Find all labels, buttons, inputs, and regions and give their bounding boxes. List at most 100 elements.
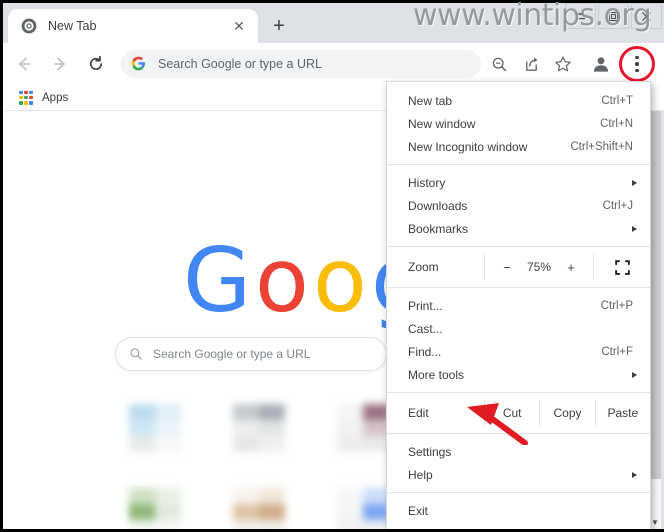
three-dot-menu-icon[interactable] [619, 46, 655, 82]
chrome-main-menu: New tab Ctrl+T New window Ctrl+N New Inc… [386, 81, 651, 529]
menu-item-paste[interactable]: Paste [596, 399, 650, 427]
menu-item-label: New Incognito window [408, 139, 528, 154]
menu-separator [387, 392, 650, 393]
apps-grid-icon [19, 90, 33, 105]
edit-label: Edit [387, 399, 485, 427]
menu-separator [387, 246, 650, 247]
menu-row-edit: Edit Cut Copy Paste [387, 399, 650, 427]
menu-item-label: History [408, 175, 446, 190]
menu-item-accelerator: Ctrl+F [601, 345, 633, 358]
menu-item-find[interactable]: Find... Ctrl+F [387, 340, 650, 363]
menu-item-label: More tools [408, 367, 465, 382]
share-icon[interactable] [517, 50, 545, 78]
search-icon [129, 347, 143, 361]
new-tab-button[interactable]: + [265, 12, 293, 40]
zoom-out-magnifier-icon[interactable] [485, 50, 513, 78]
shortcut-tile-thumbnail [233, 488, 285, 529]
tile-pixel [233, 420, 259, 436]
menu-item-bookmarks[interactable]: Bookmarks [387, 217, 650, 240]
tile-pixel [337, 404, 363, 420]
tile-pixel [259, 504, 285, 520]
browser-tab-new-tab[interactable]: New Tab ✕ [8, 9, 258, 43]
zoom-level-value: 75% [526, 260, 552, 274]
tile-pixel [233, 520, 259, 529]
ntp-search-placeholder: Search Google or type a URL [153, 347, 311, 361]
bookmark-item-apps[interactable]: Apps [13, 88, 74, 108]
window-controls [563, 3, 662, 31]
svg-text:o: o [255, 239, 309, 331]
menu-item-help[interactable]: Help [387, 463, 650, 486]
tile-pixel [233, 436, 259, 452]
tile-pixel [259, 520, 285, 529]
menu-item-downloads[interactable]: Downloads Ctrl+J [387, 194, 650, 217]
tile-pixel [155, 420, 181, 436]
zoom-out-button[interactable]: − [501, 260, 513, 275]
chrome-logo-icon [21, 18, 37, 34]
three-dot-glyph [635, 55, 639, 73]
menu-item-new-window[interactable]: New window Ctrl+N [387, 112, 650, 135]
tile-pixel [259, 404, 285, 420]
fullscreen-icon[interactable] [594, 253, 650, 281]
menu-item-new-incognito-window[interactable]: New Incognito window Ctrl+Shift+N [387, 135, 650, 158]
menu-item-history[interactable]: History [387, 171, 650, 194]
menu-item-cast[interactable]: Cast... [387, 317, 650, 340]
menu-item-more-tools[interactable]: More tools [387, 363, 650, 386]
arrow-right-icon[interactable] [45, 49, 75, 79]
svg-text:o: o [313, 239, 367, 331]
shortcut-tile[interactable] [207, 480, 311, 529]
chevron-right-icon [632, 225, 637, 232]
shortcut-tile[interactable] [103, 480, 207, 529]
tile-pixel [129, 404, 155, 420]
ntp-search-box[interactable]: Search Google or type a URL [115, 337, 387, 371]
menu-item-label: Help [408, 467, 433, 482]
shortcut-tile-thumbnail [129, 404, 181, 452]
tile-pixel [233, 488, 259, 504]
menu-item-print[interactable]: Print... Ctrl+P [387, 294, 650, 317]
arrow-left-icon[interactable] [9, 49, 39, 79]
search-input[interactable]: Search Google or type a URL [121, 50, 481, 78]
shortcut-tile[interactable] [207, 396, 311, 480]
menu-item-accelerator: Ctrl+J [602, 199, 633, 212]
reload-icon[interactable] [81, 49, 111, 79]
tile-pixel [233, 404, 259, 420]
menu-item-label: Cast... [408, 321, 443, 336]
menu-item-label: Bookmarks [408, 221, 469, 236]
shortcut-tile-thumbnail [337, 404, 389, 452]
menu-item-copy[interactable]: Copy [540, 399, 596, 427]
omnibox-placeholder: Search Google or type a URL [158, 57, 322, 71]
tile-pixel [337, 520, 363, 529]
menu-item-accelerator: Ctrl+P [600, 299, 633, 312]
tile-pixel [337, 504, 363, 520]
zoom-controls: − 75% + [485, 253, 594, 281]
menu-item-settings[interactable]: Settings [387, 440, 650, 463]
menu-item-cut[interactable]: Cut [485, 399, 541, 427]
menu-item-exit[interactable]: Exit [387, 499, 650, 522]
tile-pixel [129, 504, 155, 520]
shortcut-tile[interactable] [103, 396, 207, 480]
tile-pixel [155, 504, 181, 520]
tile-pixel [337, 436, 363, 452]
close-icon[interactable]: ✕ [228, 15, 250, 37]
bookmark-item-label: Apps [42, 91, 69, 104]
tile-pixel [129, 420, 155, 436]
profile-avatar-icon[interactable] [587, 50, 615, 78]
menu-item-new-tab[interactable]: New tab Ctrl+T [387, 89, 650, 112]
chevron-right-icon [632, 471, 637, 478]
shortcut-tile-thumbnail [129, 488, 181, 529]
menu-item-label: Exit [408, 503, 429, 518]
browser-toolbar: Search Google or type a URL [3, 43, 664, 85]
zoom-in-button[interactable]: + [565, 260, 577, 275]
close-button[interactable] [631, 3, 662, 29]
bookmark-star-icon[interactable] [549, 50, 577, 78]
zoom-label: Zoom [387, 253, 485, 281]
tile-pixel [259, 420, 285, 436]
minimize-button[interactable] [565, 3, 596, 29]
svg-text:G: G [183, 239, 251, 331]
tile-pixel [337, 488, 363, 504]
menu-item-label: Print... [408, 298, 443, 313]
tile-pixel [155, 404, 181, 420]
maximize-button[interactable] [598, 3, 629, 29]
menu-item-accelerator: Ctrl+Shift+N [570, 140, 633, 153]
tile-pixel [155, 488, 181, 504]
tile-pixel [259, 436, 285, 452]
